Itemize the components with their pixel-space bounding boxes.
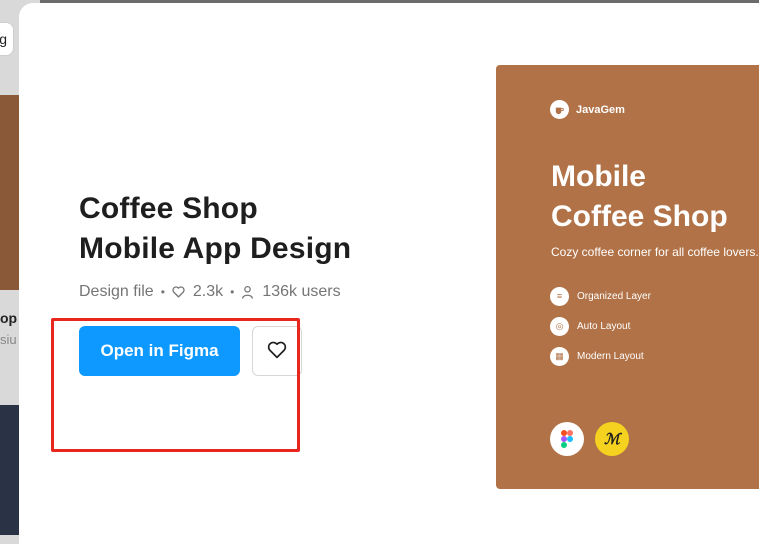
preview-badges: ℳ [550, 422, 629, 456]
preview-tagline: Cozy coffee corner for all coffee lovers… [551, 245, 759, 259]
autolayout-icon: ℳ [595, 422, 629, 456]
preview-feature-item: ◎ Auto Layout [550, 311, 651, 341]
layers-icon: ≡ [550, 286, 569, 306]
preview-brand-name: JavaGem [576, 103, 625, 116]
file-preview-thumbnail: JavaGem Mobile Coffee Shop Cozy coffee c… [496, 65, 759, 489]
background-chip-label: g [0, 31, 7, 47]
preview-feature-item: ▦ Modern Layout [550, 341, 651, 371]
preview-title-line1: Mobile [551, 160, 646, 193]
user-count: 136k users [262, 283, 341, 300]
file-type: Design file [79, 283, 154, 300]
coffee-cup-icon [550, 100, 569, 119]
file-detail-modal: Coffee Shop Mobile App Design Design fil… [19, 3, 759, 544]
annotation-highlight-box [51, 318, 300, 452]
file-title-line2: Mobile App Design [79, 232, 352, 265]
background-filter-chip: g [0, 22, 14, 56]
preview-feature-item: ≡ Organized Layer [550, 281, 651, 311]
file-title-line1: Coffee Shop [79, 192, 258, 225]
auto-layout-icon: ◎ [550, 316, 569, 336]
grid-icon: ▦ [550, 346, 569, 366]
feature-label: Auto Layout [577, 320, 631, 332]
preview-feature-list: ≡ Organized Layer ◎ Auto Layout ▦ Modern… [550, 281, 651, 371]
like-count: 2.3k [192, 283, 224, 300]
feature-label: Modern Layout [577, 350, 644, 362]
feature-label: Organized Layer [577, 290, 651, 302]
preview-title: Mobile Coffee Shop [551, 157, 728, 237]
meta-separator: • [160, 285, 165, 299]
background-card-subtitle: siu [0, 332, 17, 347]
user-icon [241, 285, 255, 299]
heart-icon [172, 285, 186, 299]
file-title: Coffee Shop Mobile App Design [79, 189, 351, 269]
preview-title-line2: Coffee Shop [551, 200, 728, 233]
file-meta: Design file • 2.3k • 136k users [79, 283, 341, 301]
figma-icon [550, 422, 584, 456]
preview-brand: JavaGem [550, 100, 625, 119]
meta-separator: • [230, 285, 235, 299]
